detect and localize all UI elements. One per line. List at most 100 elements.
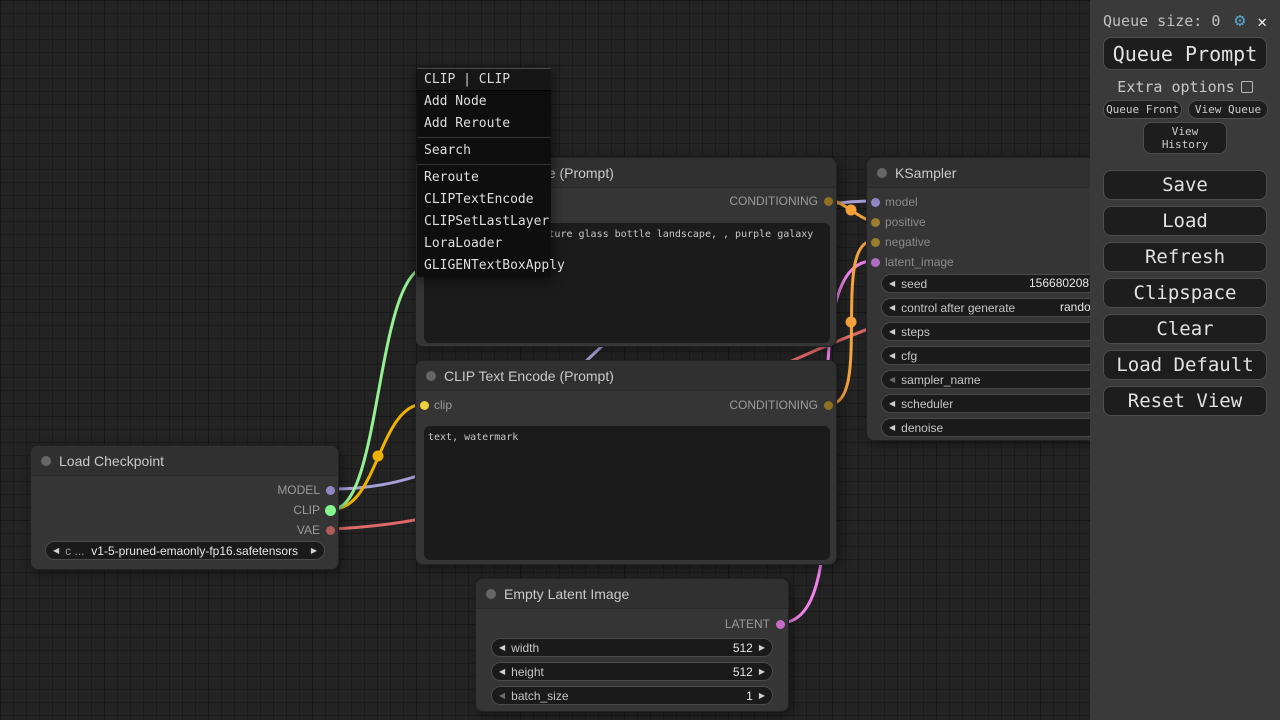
save-button[interactable]: Save [1103, 170, 1267, 200]
widget-label: sampler_name [901, 373, 980, 387]
prev-arrow-icon[interactable]: ◀ [499, 667, 505, 676]
slot-label: negative [885, 235, 930, 249]
widget-value: 1 [569, 689, 753, 703]
node-title-bar[interactable]: Load Checkpoint [31, 446, 338, 476]
output-slot-vae[interactable]: VAE [31, 520, 338, 540]
input-slot-model[interactable]: model [867, 192, 918, 212]
clip-input-dot[interactable] [420, 401, 429, 410]
link-center-dot-negative [846, 317, 857, 328]
clipspace-button[interactable]: Clipspace [1103, 278, 1267, 308]
view-queue-button[interactable]: View Queue [1188, 100, 1268, 119]
prev-arrow-icon[interactable]: ◀ [889, 399, 895, 408]
latent-input-dot[interactable] [871, 258, 880, 267]
conditioning-output-dot[interactable] [824, 197, 833, 206]
clip-output-dot[interactable] [325, 505, 336, 516]
model-output-dot[interactable] [326, 486, 335, 495]
seed-widget[interactable]: ◀ seed 1566802087 [881, 274, 1123, 293]
prev-arrow-icon[interactable]: ◀ [889, 327, 895, 336]
menu-item-cliptextencode[interactable]: CLIPTextEncode [417, 189, 551, 211]
node-empty-latent-image[interactable]: Empty Latent Image LATENT ◀ width 512 ▶ … [475, 578, 789, 712]
menu-item-loraloader[interactable]: LoraLoader [417, 233, 551, 255]
widget-value: 1566802087 [1029, 275, 1096, 292]
menu-item-reroute[interactable]: Reroute [417, 167, 551, 189]
queue-prompt-button[interactable]: Queue Prompt [1103, 37, 1267, 70]
queue-front-button[interactable]: Queue Front [1103, 100, 1182, 119]
height-widget[interactable]: ◀ height 512 ▶ [491, 662, 773, 681]
menu-item-gligentextboxapply[interactable]: GLIGENTextBoxApply [417, 255, 551, 277]
view-history-button[interactable]: View History [1143, 122, 1227, 154]
output-slot-model[interactable]: MODEL [31, 480, 338, 500]
prev-arrow-icon[interactable]: ◀ [499, 643, 505, 652]
next-arrow-icon[interactable]: ▶ [311, 546, 317, 555]
menu-separator [417, 137, 551, 138]
settings-gear-icon[interactable]: ⚙ [1235, 11, 1246, 31]
input-slot-negative[interactable]: negative [867, 232, 930, 252]
close-icon[interactable]: ✕ [1257, 12, 1267, 31]
next-arrow-icon[interactable]: ▶ [759, 667, 765, 676]
widget-label: c ... [65, 544, 84, 558]
cfg-widget[interactable]: ◀ cfg [881, 346, 1123, 365]
ckpt-name-widget[interactable]: ◀ c ... v1-5-pruned-emaonly-fp16.safeten… [45, 541, 325, 560]
output-slot-conditioning[interactable]: CONDITIONING [536, 395, 836, 415]
menu-item-add-node[interactable]: Add Node [417, 91, 551, 113]
prev-arrow-icon[interactable]: ◀ [889, 279, 895, 288]
input-slot-latent-image[interactable]: latent_image [867, 252, 954, 272]
control-after-generate-widget[interactable]: ◀ control after generate randomize [881, 298, 1123, 317]
load-button[interactable]: Load [1103, 206, 1267, 236]
prev-arrow-icon[interactable]: ◀ [53, 546, 59, 555]
negative-input-dot[interactable] [871, 238, 880, 247]
prev-arrow-icon[interactable]: ◀ [499, 691, 505, 700]
load-default-button[interactable]: Load Default [1103, 350, 1267, 380]
prev-arrow-icon[interactable]: ◀ [889, 375, 895, 384]
slot-label: CLIP [293, 503, 320, 517]
denoise-widget[interactable]: ◀ denoise [881, 418, 1123, 437]
menu-item-search[interactable]: Search [417, 140, 551, 162]
next-arrow-icon[interactable]: ▶ [759, 691, 765, 700]
next-arrow-icon[interactable]: ▶ [759, 643, 765, 652]
widget-label: width [511, 641, 539, 655]
widget-label: control after generate [901, 301, 1015, 315]
scheduler-widget[interactable]: ◀ scheduler [881, 394, 1123, 413]
output-slot-clip[interactable]: CLIP [31, 500, 338, 520]
prev-arrow-icon[interactable]: ◀ [889, 351, 895, 360]
widget-value: 512 [539, 641, 753, 655]
output-slot-latent[interactable]: LATENT [476, 614, 788, 634]
batch-size-widget[interactable]: ◀ batch_size 1 ▶ [491, 686, 773, 705]
reset-view-button[interactable]: Reset View [1103, 386, 1267, 416]
context-menu-title: CLIP | CLIP [417, 69, 551, 91]
node-editor-canvas[interactable]: Load Checkpoint MODEL CLIP VAE ◀ c ... v… [0, 0, 1280, 720]
clear-button[interactable]: Clear [1103, 314, 1267, 344]
link-dragging[interactable] [333, 268, 422, 509]
sampler-name-widget[interactable]: ◀ sampler_name [881, 370, 1123, 389]
vae-output-dot[interactable] [326, 526, 335, 535]
extra-options-checkbox[interactable] [1241, 81, 1253, 93]
steps-widget[interactable]: ◀ steps [881, 322, 1123, 341]
widget-label: batch_size [511, 689, 568, 703]
width-widget[interactable]: ◀ width 512 ▶ [491, 638, 773, 657]
node-clip-text-encode-negative[interactable]: CLIP Text Encode (Prompt) clip CONDITION… [415, 360, 837, 565]
menu-item-add-reroute[interactable]: Add Reroute [417, 113, 551, 135]
refresh-button[interactable]: Refresh [1103, 242, 1267, 272]
queue-size-label: Queue size: 0 [1103, 12, 1235, 30]
slot-label: CONDITIONING [729, 398, 818, 412]
positive-input-dot[interactable] [871, 218, 880, 227]
input-slot-clip[interactable]: clip [416, 395, 452, 415]
conditioning-output-dot[interactable] [824, 401, 833, 410]
output-slot-conditioning[interactable]: CONDITIONING [536, 191, 836, 211]
node-title-bar[interactable]: CLIP Text Encode (Prompt) [416, 361, 836, 391]
prev-arrow-icon[interactable]: ◀ [889, 423, 895, 432]
node-title-bar[interactable]: Empty Latent Image [476, 579, 788, 609]
input-slot-positive[interactable]: positive [867, 212, 926, 232]
menu-item-clipsetlastlayer[interactable]: CLIPSetLastLayer [417, 211, 551, 233]
node-title: CLIP Text Encode (Prompt) [444, 368, 614, 384]
node-load-checkpoint[interactable]: Load Checkpoint MODEL CLIP VAE ◀ c ... v… [30, 445, 339, 570]
latent-output-dot[interactable] [776, 620, 785, 629]
link-center-dot-positive [846, 205, 857, 216]
widget-value: 512 [544, 665, 753, 679]
node-status-dot [41, 456, 51, 466]
slot-label: MODEL [277, 483, 320, 497]
model-input-dot[interactable] [871, 198, 880, 207]
prompt-textarea[interactable]: text, watermark [424, 426, 830, 560]
extra-options-label: Extra options [1117, 78, 1234, 96]
prev-arrow-icon[interactable]: ◀ [889, 303, 895, 312]
